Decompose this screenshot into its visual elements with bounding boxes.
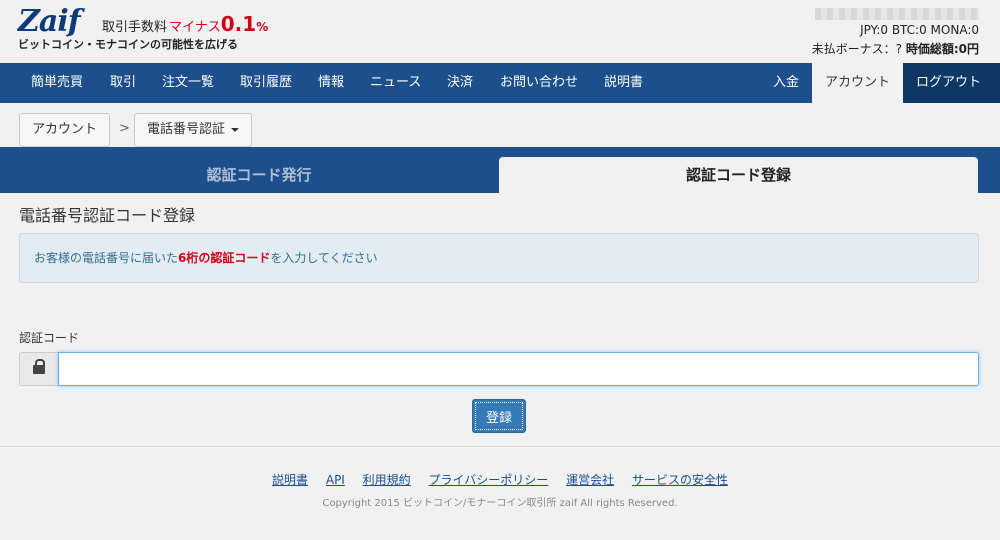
verification-code-input[interactable] (58, 352, 979, 386)
nav-item-deposit[interactable]: 入金 (760, 63, 812, 103)
site-header: Zaif 取引手数料 マイナス0.1% ビットコイン・モナコインの可能性を広げる … (0, 0, 1000, 63)
bonus-info: 未払ボーナス：? 時価総額:0円 (812, 40, 979, 57)
fee-label: 取引手数料 (102, 20, 168, 35)
alert-emphasis: 6桁の認証コード (178, 251, 271, 265)
tab-issue-code[interactable]: 認証コード発行 (20, 157, 498, 193)
bonus-label: 未払ボーナス：? (811, 42, 903, 56)
register-button[interactable]: 登録 (472, 399, 526, 433)
footer-link-terms[interactable]: 利用規約 (363, 473, 411, 487)
footer-divider (0, 446, 1000, 447)
footer-link-privacy[interactable]: プライバシーポリシー (429, 473, 549, 487)
input-addon (19, 352, 58, 386)
nav-item-news[interactable]: ニュース (357, 63, 434, 103)
footer-link-manual[interactable]: 説明書 (272, 473, 308, 487)
nav-item-payment[interactable]: 決済 (434, 63, 486, 103)
nav-item-manual[interactable]: 説明書 (591, 63, 656, 103)
total-value-label: 時価総額:0円 (905, 42, 979, 56)
footer-link-security[interactable]: サービスの安全性 (632, 473, 728, 487)
code-field-label: 認証コード (19, 331, 80, 345)
nav-item-history[interactable]: 取引履歴 (227, 63, 305, 103)
footer-link-api[interactable]: API (326, 473, 345, 487)
lock-icon (33, 359, 45, 374)
main-nav: 簡単売買 取引 注文一覧 取引履歴 情報 ニュース 決済 お問い合わせ 説明書 … (0, 63, 1000, 103)
page-title: 電話番号認証コード登録 (19, 206, 196, 225)
fee-value: 0.1% (220, 12, 269, 36)
breadcrumb-separator: > (119, 121, 130, 136)
tab-bar: 認証コード発行 認証コード登録 (0, 147, 1000, 193)
nav-item-simple-trade[interactable]: 簡単売買 (18, 63, 96, 103)
info-alert: お客様の電話番号に届いた6桁の認証コードを入力してください (19, 233, 979, 283)
breadcrumb-current: 電話番号認証 (147, 122, 226, 137)
user-email-redacted (815, 8, 979, 20)
footer-links: 説明書 API 利用規約 プライバシーポリシー 運営会社 サービスの安全性 (0, 471, 1000, 488)
breadcrumb-account[interactable]: アカウント (19, 113, 111, 147)
fee-banner: 取引手数料 マイナス0.1% (102, 12, 268, 36)
breadcrumb-phone-auth-dropdown[interactable]: 電話番号認証 (134, 113, 253, 147)
nav-item-info[interactable]: 情報 (305, 63, 357, 103)
tagline: ビットコイン・モナコインの可能性を広げる (18, 38, 238, 51)
fee-minus: マイナス (169, 20, 221, 35)
nav-item-orders[interactable]: 注文一覧 (149, 63, 227, 103)
copyright: Copyright 2015 ビットコイン/モナーコイン取引所 zaif All… (322, 498, 678, 509)
zaif-logo[interactable]: Zaif (18, 4, 81, 39)
footer-link-company[interactable]: 運営会社 (566, 473, 614, 487)
logout-button[interactable]: ログアウト (903, 63, 1000, 103)
balances: JPY:0 BTC:0 MONA:0 (860, 23, 979, 37)
nav-item-trade[interactable]: 取引 (97, 63, 149, 103)
nav-item-contact[interactable]: お問い合わせ (487, 63, 591, 103)
tab-register-code[interactable]: 認証コード登録 (499, 157, 978, 193)
caret-down-icon (231, 127, 240, 132)
nav-item-account[interactable]: アカウント (812, 63, 903, 103)
